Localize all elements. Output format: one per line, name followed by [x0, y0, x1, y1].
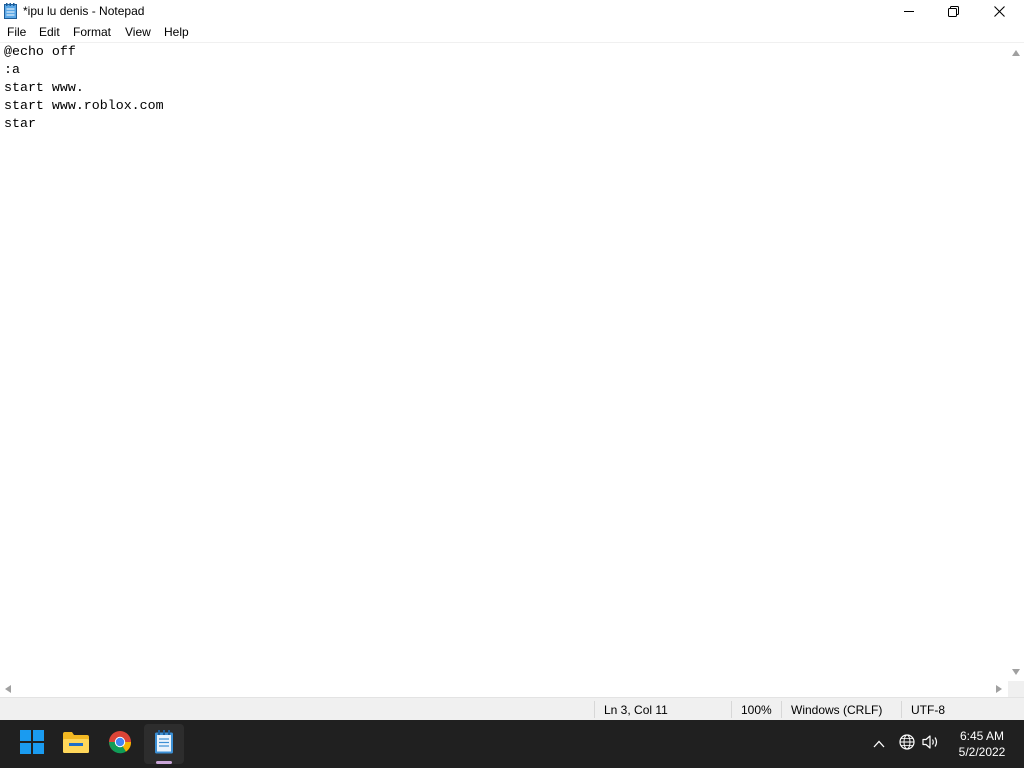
- menu-view[interactable]: View: [125, 25, 151, 39]
- menu-format[interactable]: Format: [73, 25, 111, 39]
- scrollbar-corner: [1008, 681, 1024, 697]
- close-icon: [993, 5, 1005, 17]
- taskbar: 6:45 AM 5/2/2022: [0, 720, 1024, 768]
- file-explorer-icon: [63, 731, 89, 758]
- notepad-taskbar-button[interactable]: [144, 724, 184, 764]
- menu-help[interactable]: Help: [164, 25, 189, 39]
- notepad-icon: [154, 729, 174, 759]
- maximize-button[interactable]: [930, 0, 976, 22]
- globe-icon: [899, 733, 915, 755]
- chrome-button[interactable]: [100, 724, 140, 764]
- editor-line: :a: [4, 62, 20, 77]
- start-button[interactable]: [12, 724, 52, 764]
- chrome-icon: [108, 730, 132, 759]
- editor-line: @echo off: [4, 44, 76, 59]
- network-button[interactable]: [897, 733, 917, 755]
- active-app-indicator: [156, 761, 172, 764]
- title-bar[interactable]: *ipu lu denis - Notepad: [0, 0, 1024, 22]
- status-divider: [781, 701, 782, 718]
- menu-bar: File Edit Format View Help: [0, 22, 1024, 43]
- text-editor[interactable]: @echo off :a start www. start www.roblox…: [0, 43, 1008, 681]
- vertical-scrollbar[interactable]: [1008, 43, 1024, 681]
- window-title: *ipu lu denis - Notepad: [23, 4, 145, 18]
- chevron-up-icon: [873, 735, 885, 753]
- clock-date[interactable]: 5/2/2022: [952, 745, 1012, 759]
- restore-icon: [947, 5, 959, 17]
- horizontal-scrollbar[interactable]: [0, 681, 1008, 697]
- speaker-icon: [922, 734, 940, 755]
- status-divider: [594, 701, 595, 718]
- cursor-position: Ln 3, Col 11: [604, 703, 668, 717]
- line-ending: Windows (CRLF): [791, 703, 883, 717]
- status-bar: Ln 3, Col 11 100% Windows (CRLF) UTF-8: [0, 697, 1024, 720]
- editor-line: start www.roblox.com: [4, 98, 164, 113]
- start-icon: [20, 729, 44, 759]
- scroll-up-arrow-icon[interactable]: [1012, 50, 1020, 56]
- menu-edit[interactable]: Edit: [39, 25, 60, 39]
- clock-time[interactable]: 6:45 AM: [952, 729, 1012, 743]
- encoding: UTF-8: [911, 703, 945, 717]
- notepad-icon: [4, 3, 17, 19]
- close-button[interactable]: [976, 0, 1022, 22]
- scroll-down-arrow-icon[interactable]: [1012, 669, 1020, 675]
- volume-button[interactable]: [921, 734, 941, 754]
- minimize-button[interactable]: [886, 0, 932, 22]
- editor-line: star: [4, 116, 36, 131]
- scroll-left-arrow-icon[interactable]: [5, 685, 11, 693]
- scroll-right-arrow-icon[interactable]: [996, 685, 1002, 693]
- status-divider: [731, 701, 732, 718]
- file-explorer-button[interactable]: [56, 724, 96, 764]
- editor-line: start www.: [4, 80, 84, 95]
- show-hidden-icons-button[interactable]: [869, 734, 889, 754]
- zoom-level: 100%: [741, 703, 772, 717]
- status-divider: [901, 701, 902, 718]
- menu-file[interactable]: File: [7, 25, 26, 39]
- minimize-icon: [904, 6, 914, 16]
